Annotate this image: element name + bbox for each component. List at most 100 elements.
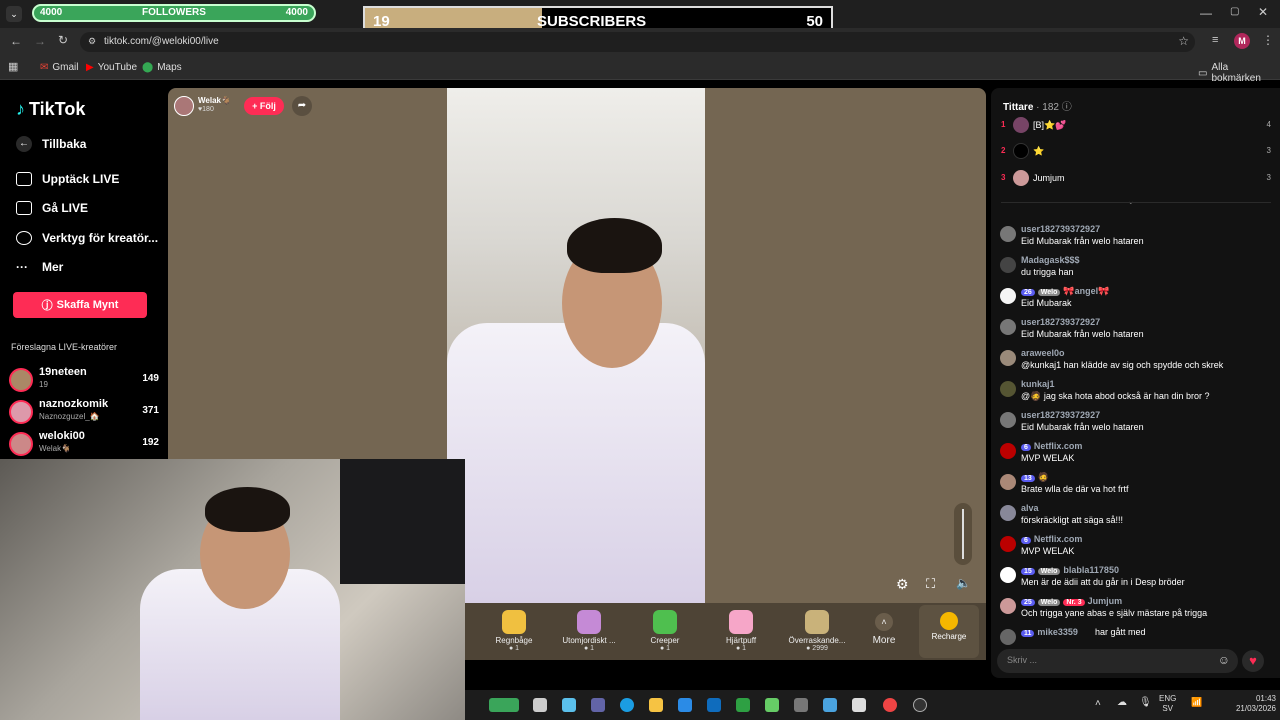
chat-avatar[interactable] [1000, 567, 1016, 583]
chat-username[interactable]: kunkaj1 [1021, 379, 1055, 389]
chat-avatar[interactable] [1000, 319, 1016, 335]
chat-username[interactable]: 15 Welo blabla117850 [1021, 565, 1119, 575]
leaderboard-row[interactable]: 1 [B]⭐💕 4 [1001, 117, 1271, 135]
chat-avatar[interactable] [1000, 629, 1016, 645]
chat-username[interactable]: 6 Netflix.com [1021, 441, 1082, 451]
chat-username[interactable]: 6 Netflix.com [1021, 534, 1082, 544]
profile-avatar[interactable]: M [1234, 33, 1250, 49]
reload-icon[interactable]: ↻ [58, 33, 68, 47]
chat-username[interactable]: 26 Welo 🎀angel🎀 [1021, 286, 1109, 297]
browser-menu-icon[interactable]: ⋮ [1262, 33, 1274, 47]
chat-text: Men är de ädii att du går in i Desp bröd… [1021, 577, 1185, 587]
onedrive-icon[interactable]: ☁ [1117, 697, 1127, 708]
photos-icon[interactable] [823, 698, 837, 712]
bookmark-gmail[interactable]: ✉ Gmail [40, 62, 79, 73]
chat-avatar[interactable] [1000, 350, 1016, 366]
get-coins-button[interactable]: ⓙ Skaffa Mynt [13, 292, 147, 318]
emoji-icon[interactable]: ☺ [1218, 653, 1230, 667]
all-bookmarks[interactable]: ▭ Alla bokmärken [1198, 62, 1280, 84]
tray-chevron-icon[interactable]: ˄ [1095, 698, 1101, 709]
store-icon[interactable] [678, 698, 692, 712]
weather-icon[interactable] [489, 698, 519, 712]
close-window-button[interactable]: ✕ [1258, 5, 1268, 19]
notes-icon[interactable] [852, 698, 866, 712]
chat-avatar[interactable] [1000, 381, 1016, 397]
creator-row[interactable]: weloki00 Welak🐐 192 [9, 430, 159, 460]
chat-avatar[interactable] [1000, 257, 1016, 273]
chat-avatar[interactable] [1000, 443, 1016, 459]
gift-item[interactable]: Utomjordiskt ... ● 1 [552, 610, 626, 658]
clock[interactable]: 01:43 21/03/2026 [1220, 694, 1276, 714]
suggested-creators-title: Föreslagna LIVE-kreatörer [11, 342, 118, 352]
leaderboard-row[interactable]: 2 ⭐ 3 [1001, 143, 1271, 161]
edge-icon[interactable] [620, 698, 634, 712]
chat-username[interactable]: 11 mike3359 [1021, 627, 1078, 637]
gift-item[interactable]: Hjärtpuff ● 1 [704, 610, 778, 658]
creator-row[interactable]: naznozkomik Naznozguzel_🏠 371 [9, 398, 159, 428]
apps-grid-icon[interactable]: ▦ [8, 60, 18, 73]
bookmark-maps[interactable]: ⬤ Maps [142, 62, 182, 73]
shield-icon[interactable] [736, 698, 750, 712]
nav-creator-tools[interactable]: Verktyg för kreatör... [16, 231, 158, 245]
maximize-button[interactable]: ▢ [1230, 6, 1239, 17]
chat-username[interactable]: alva [1021, 503, 1039, 513]
volume-icon[interactable]: 🔈 [956, 576, 971, 590]
teams-icon[interactable] [591, 698, 605, 712]
language-indicator[interactable]: ENG SV [1159, 694, 1176, 714]
nav-discover-live[interactable]: Upptäck LIVE [16, 172, 119, 186]
cube-icon[interactable] [794, 698, 808, 712]
chat-avatar[interactable] [1000, 412, 1016, 428]
fullscreen-icon[interactable]: ⛶ [926, 576, 935, 592]
more-gifts-button[interactable]: ˄ More [857, 610, 911, 658]
gift-item[interactable]: Creeper ● 1 [628, 610, 702, 658]
back-link[interactable]: ← Tillbaka [16, 136, 86, 152]
chat-username-text: kunkaj1 [1021, 379, 1055, 389]
xbox-icon[interactable] [765, 698, 779, 712]
live-video[interactable] [447, 88, 705, 603]
info-icon[interactable]: ⓘ [1062, 102, 1072, 113]
follow-button[interactable]: + Följ [244, 97, 284, 115]
minimize-button[interactable]: — [1200, 6, 1212, 20]
host-avatar[interactable] [174, 96, 194, 116]
bookmark-youtube[interactable]: ▶ YouTube [86, 62, 137, 73]
copilot-icon[interactable] [562, 698, 576, 712]
gift-item[interactable]: Regnbåge ● 1 [477, 610, 551, 658]
tab-search-button[interactable]: ⌄ [6, 6, 22, 22]
gift-item[interactable]: Överraskande... ● 2999 [780, 610, 854, 658]
chat-avatar[interactable] [1000, 474, 1016, 490]
recharge-button[interactable]: Recharge [919, 605, 979, 658]
file-explorer-icon[interactable] [649, 698, 663, 712]
nav-more[interactable]: ··· Mer [16, 260, 63, 274]
chat-username[interactable]: user182739372927 [1021, 317, 1100, 327]
leaderboard-row[interactable]: 3 Jumjum 3 [1001, 170, 1271, 188]
volume-slider[interactable] [954, 503, 972, 565]
mail-icon[interactable] [707, 698, 721, 712]
chrome-icon[interactable] [883, 698, 897, 712]
chat-username[interactable]: 25 Welo Nr. 3 Jumjum [1021, 596, 1122, 606]
chat-username[interactable]: user182739372927 [1021, 410, 1100, 420]
settings-gear-icon[interactable]: ⚙ [896, 576, 909, 593]
nav-go-live[interactable]: Gå LIVE [16, 201, 88, 215]
obs-icon[interactable] [913, 698, 927, 712]
creator-row[interactable]: 19neteen 19 149 [9, 366, 159, 396]
back-arrow-icon[interactable]: ← [10, 34, 22, 48]
chat-avatar[interactable] [1000, 505, 1016, 521]
wifi-icon[interactable]: 📶 [1191, 697, 1202, 708]
taskview-icon[interactable] [533, 698, 547, 712]
bookmark-star-icon[interactable]: ☆ [1178, 34, 1189, 48]
chat-avatar[interactable] [1000, 226, 1016, 242]
url-field[interactable]: ⚙ tiktok.com/@weloki00/live ☆ [80, 32, 1195, 52]
chat-avatar[interactable] [1000, 598, 1016, 614]
chat-username[interactable]: user182739372927 [1021, 224, 1100, 234]
chat-avatar[interactable] [1000, 536, 1016, 552]
chat-username[interactable]: 13 🧔 [1021, 472, 1049, 483]
chat-username[interactable]: Madagask$$$ [1021, 255, 1080, 265]
forward-arrow-icon[interactable]: → [34, 34, 46, 48]
extensions-icon[interactable]: ≡ [1212, 34, 1218, 46]
tiktok-logo[interactable]: ♪ TikTok [16, 99, 85, 120]
share-icon[interactable]: ➦ [292, 96, 312, 116]
site-info-icon[interactable]: ⚙ [88, 36, 96, 47]
mic-icon[interactable]: 🎙 [1139, 697, 1152, 708]
chat-avatar[interactable] [1000, 288, 1016, 304]
chat-username[interactable]: araweel0o [1021, 348, 1065, 358]
